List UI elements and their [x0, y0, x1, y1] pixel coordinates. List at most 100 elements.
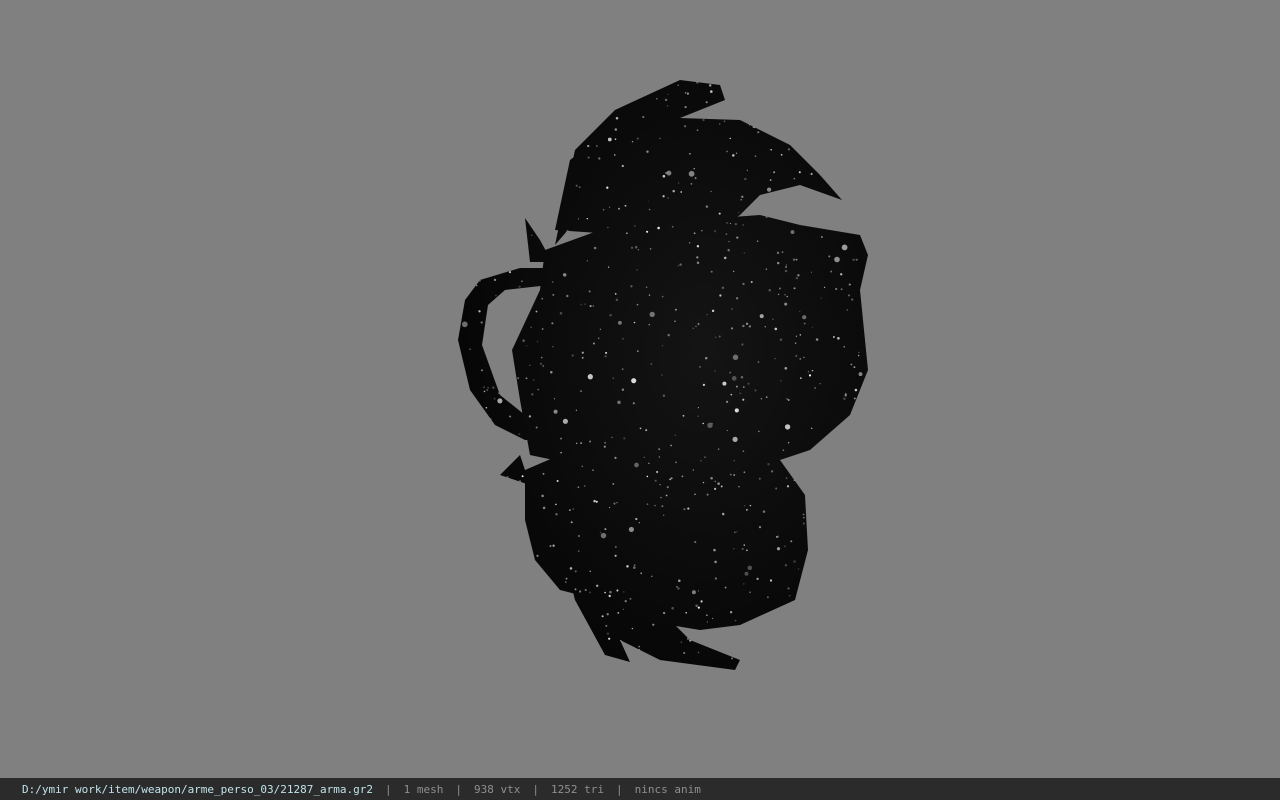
sparkle: [704, 114, 707, 116]
sparkle: [807, 371, 810, 373]
sparkle: [721, 512, 725, 516]
sparkle: [587, 144, 590, 148]
sparkle: [784, 367, 788, 370]
sparkle: [510, 334, 512, 337]
sparkle: [525, 247, 528, 250]
sparkle: [847, 77, 849, 79]
sparkle: [624, 204, 627, 207]
sparkle: [812, 657, 816, 660]
sparkle: [665, 494, 668, 497]
sparkle: [640, 660, 643, 663]
sparkle: [750, 280, 753, 284]
sparkle: [813, 610, 816, 613]
sparkle: [741, 547, 744, 551]
sparkle: [697, 651, 700, 654]
sparkle: [544, 98, 547, 101]
sparkle: [761, 645, 764, 648]
sparkle: [671, 606, 674, 610]
sparkle: [759, 314, 764, 319]
sparkle: [840, 641, 842, 644]
sparkle: [542, 506, 546, 510]
sparkle: [604, 355, 607, 358]
sparkle: [527, 633, 530, 636]
sparkle: [556, 480, 559, 482]
sparkle: [756, 577, 759, 581]
sparkle: [664, 98, 668, 102]
sparkle: [461, 160, 464, 164]
sparkle: [466, 184, 469, 187]
sparkle: [750, 105, 752, 107]
sparkle: [570, 521, 573, 524]
sparkle: [782, 189, 785, 192]
sparkle: [519, 533, 522, 536]
sparkle: [581, 351, 584, 354]
sparkle: [643, 456, 645, 459]
sparkle: [589, 80, 592, 82]
sparkle: [732, 154, 735, 157]
sparkle: [773, 648, 776, 651]
sparkle: [747, 636, 750, 639]
sparkle: [701, 230, 703, 232]
sparkle: [560, 451, 562, 454]
sparkle: [600, 532, 607, 539]
sparkle: [532, 212, 535, 215]
sparkle: [512, 145, 515, 149]
sparkle: [608, 206, 611, 208]
sparkle: [462, 502, 465, 505]
sparkle: [704, 77, 705, 78]
sparkle: [743, 544, 746, 546]
sparkle: [841, 548, 844, 550]
sparkle: [460, 117, 463, 120]
sparkle: [530, 652, 533, 655]
sparkle: [458, 375, 459, 379]
sparkle: [711, 422, 713, 425]
sparkle: [537, 641, 539, 643]
sparkle: [589, 591, 591, 594]
sparkle: [662, 195, 665, 198]
sparkle: [476, 508, 479, 511]
sparkle: [515, 174, 518, 176]
sparkle: [617, 400, 621, 405]
sparkle: [836, 206, 839, 210]
sparkle: [598, 664, 601, 666]
sparkle: [487, 340, 490, 342]
sparkle: [552, 544, 555, 547]
sparkle: [621, 368, 624, 371]
sparkle: [852, 428, 854, 431]
sparkle: [578, 80, 582, 81]
sparkle: [599, 531, 602, 534]
sparkle: [765, 268, 768, 270]
sparkle: [729, 137, 731, 140]
sparkle: [748, 325, 752, 328]
sparkle: [773, 171, 776, 174]
sparkle: [680, 191, 683, 193]
model-viewport[interactable]: [0, 0, 1280, 778]
sparkle: [810, 538, 812, 540]
sparkle: [515, 648, 519, 652]
sparkle: [566, 294, 569, 298]
sparkle: [863, 603, 866, 606]
sparkle: [478, 258, 481, 261]
sparkle: [843, 397, 846, 401]
sparkle: [681, 475, 684, 478]
sparkle: [801, 146, 804, 148]
sparkle: [510, 346, 513, 349]
sparkle: [646, 503, 649, 505]
sparkle: [779, 113, 782, 116]
sparkle: [782, 92, 784, 95]
sparkle: [565, 577, 568, 580]
sparkle: [769, 579, 773, 582]
sparkle: [814, 387, 816, 389]
sparkle: [767, 462, 770, 466]
sparkle: [790, 230, 795, 235]
sparkle: [784, 564, 788, 567]
sparkle: [498, 392, 500, 394]
sparkle: [636, 137, 639, 140]
sparkle: [485, 406, 488, 409]
sparkle: [852, 258, 855, 261]
sparkle: [473, 397, 475, 400]
sparkle: [711, 309, 715, 313]
sparkle: [609, 313, 612, 317]
sparkle: [542, 668, 545, 670]
sparkle: [489, 418, 492, 421]
